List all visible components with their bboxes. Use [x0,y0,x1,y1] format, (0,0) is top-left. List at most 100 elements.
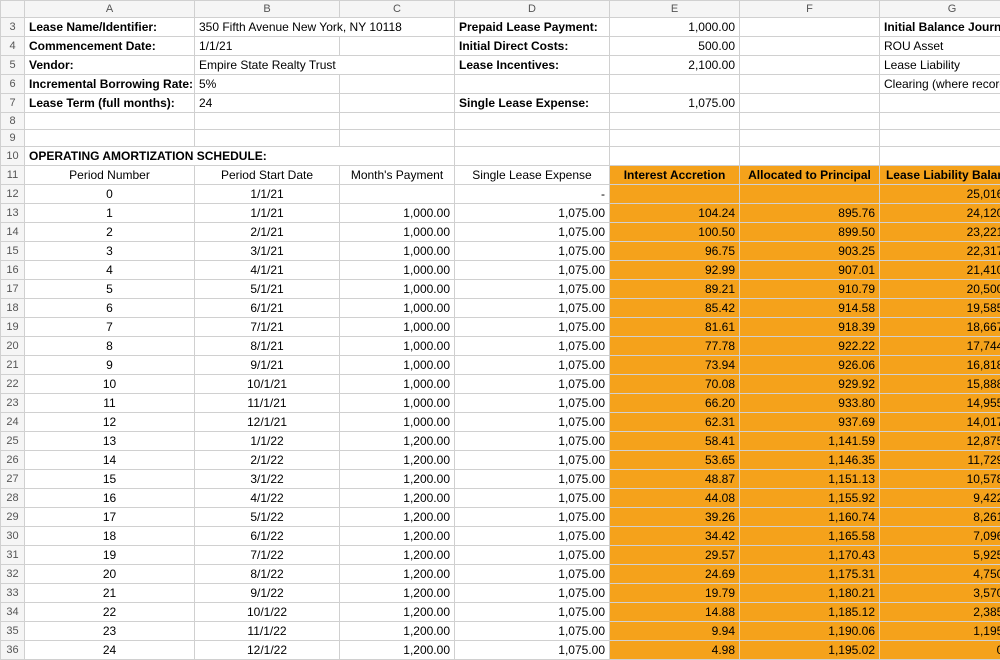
commencement-label[interactable]: Commencement Date: [25,37,195,56]
cell-balance[interactable]: 8,261.73 [880,508,1000,527]
cell-start[interactable]: 8/1/21 [195,337,340,356]
cell-interest[interactable]: 81.61 [610,318,740,337]
cell-payment[interactable]: 1,000.00 [340,375,455,394]
cell[interactable] [880,113,1000,130]
cell-balance[interactable]: 25,016.43 [880,185,1000,204]
cell-principal[interactable]: 922.22 [740,337,880,356]
cell-principal[interactable]: 1,141.59 [740,432,880,451]
cell-principal[interactable]: 1,170.43 [740,546,880,565]
cell-period[interactable]: 6 [25,299,195,318]
cell-start[interactable]: 7/1/21 [195,318,340,337]
cell-payment[interactable]: 1,000.00 [340,337,455,356]
cell-principal[interactable]: 1,195.02 [740,641,880,660]
cell[interactable] [610,113,740,130]
cell[interactable] [340,37,455,56]
lease-liability-label[interactable]: Lease Liability [880,56,1000,75]
cell-interest[interactable]: 62.31 [610,413,740,432]
cell-payment[interactable]: 1,200.00 [340,451,455,470]
cell-interest[interactable]: 92.99 [610,261,740,280]
cell-balance[interactable]: 16,818.87 [880,356,1000,375]
cell-interest[interactable]: 48.87 [610,470,740,489]
row-header[interactable]: 15 [1,242,25,261]
cell-start[interactable]: 6/1/21 [195,299,340,318]
cell-payment[interactable]: 1,000.00 [340,204,455,223]
cell-payment[interactable]: 1,000.00 [340,242,455,261]
prepaid-value[interactable]: 1,000.00 [610,18,740,37]
cell-period[interactable]: 11 [25,394,195,413]
row-header[interactable]: 10 [1,147,25,166]
cell-interest[interactable]: 14.88 [610,603,740,622]
cell-start[interactable]: 5/1/21 [195,280,340,299]
cell[interactable] [880,130,1000,147]
cell-payment[interactable]: 1,200.00 [340,527,455,546]
cell-interest[interactable]: 89.21 [610,280,740,299]
cell-balance[interactable]: 9,422.47 [880,489,1000,508]
cell-principal[interactable]: 918.39 [740,318,880,337]
col-header-e[interactable]: E [610,1,740,18]
cell-balance[interactable]: 24,120.67 [880,204,1000,223]
cell-payment[interactable]: 1,200.00 [340,489,455,508]
cell-period[interactable]: 24 [25,641,195,660]
cell-balance[interactable]: 20,500.13 [880,280,1000,299]
cell-start[interactable]: 11/1/21 [195,394,340,413]
row-header[interactable]: 14 [1,223,25,242]
cell-payment[interactable]: 1,200.00 [340,565,455,584]
cell-sle[interactable]: 1,075.00 [455,299,610,318]
cell-sle[interactable]: 1,075.00 [455,318,610,337]
cell-principal[interactable]: 1,175.31 [740,565,880,584]
cell-sle[interactable]: 1,075.00 [455,622,610,641]
cell-balance[interactable]: 15,888.95 [880,375,1000,394]
hdr-sle[interactable]: Single Lease Expense [455,166,610,185]
cell-balance[interactable]: 10,578.39 [880,470,1000,489]
row-header[interactable]: 23 [1,394,25,413]
cell-period[interactable]: 3 [25,242,195,261]
cell-payment[interactable]: 1,200.00 [340,622,455,641]
row-header[interactable]: 34 [1,603,25,622]
cell-start[interactable]: 5/1/22 [195,508,340,527]
cell-balance[interactable]: 14,955.15 [880,394,1000,413]
cell-principal[interactable] [740,185,880,204]
cell-principal[interactable]: 1,151.13 [740,470,880,489]
row-header[interactable]: 6 [1,75,25,94]
cell-payment[interactable]: 1,000.00 [340,261,455,280]
cell[interactable] [455,130,610,147]
cell-start[interactable]: 10/1/21 [195,375,340,394]
rou-asset-label[interactable]: ROU Asset [880,37,1000,56]
cell-balance[interactable]: 4,750.41 [880,565,1000,584]
row-header[interactable]: 18 [1,299,25,318]
cell-sle[interactable]: 1,075.00 [455,413,610,432]
cell-sle[interactable]: 1,075.00 [455,261,610,280]
cell-balance[interactable]: 7,096.16 [880,527,1000,546]
cell[interactable] [610,130,740,147]
cell[interactable] [610,75,740,94]
cell-sle[interactable]: - [455,185,610,204]
cell-principal[interactable]: 1,180.21 [740,584,880,603]
cell-payment[interactable]: 1,200.00 [340,546,455,565]
row-header[interactable]: 31 [1,546,25,565]
cell-sle[interactable]: 1,075.00 [455,356,610,375]
cell-interest[interactable]: 77.78 [610,337,740,356]
cell-payment[interactable]: 1,000.00 [340,356,455,375]
cell-period[interactable]: 12 [25,413,195,432]
cell-sle[interactable]: 1,075.00 [455,394,610,413]
cell-sle[interactable]: 1,075.00 [455,204,610,223]
cell[interactable] [195,113,340,130]
cell-period[interactable]: 14 [25,451,195,470]
hdr-period[interactable]: Period Number [25,166,195,185]
cell-principal[interactable]: 899.50 [740,223,880,242]
cell-sle[interactable]: 1,075.00 [455,375,610,394]
cell[interactable] [455,75,610,94]
cell-period[interactable]: 16 [25,489,195,508]
row-header[interactable]: 17 [1,280,25,299]
cell-balance[interactable]: 19,585.55 [880,299,1000,318]
cell-payment[interactable]: 1,200.00 [340,641,455,660]
cell-start[interactable]: 4/1/22 [195,489,340,508]
cell-start[interactable]: 12/1/21 [195,413,340,432]
cell-payment[interactable]: 1,200.00 [340,584,455,603]
row-header[interactable]: 16 [1,261,25,280]
cell-payment[interactable]: 1,200.00 [340,603,455,622]
cell-principal[interactable]: 1,160.74 [740,508,880,527]
hdr-principal[interactable]: Allocated to Principal [740,166,880,185]
cell[interactable] [195,130,340,147]
cell[interactable] [880,94,1000,113]
